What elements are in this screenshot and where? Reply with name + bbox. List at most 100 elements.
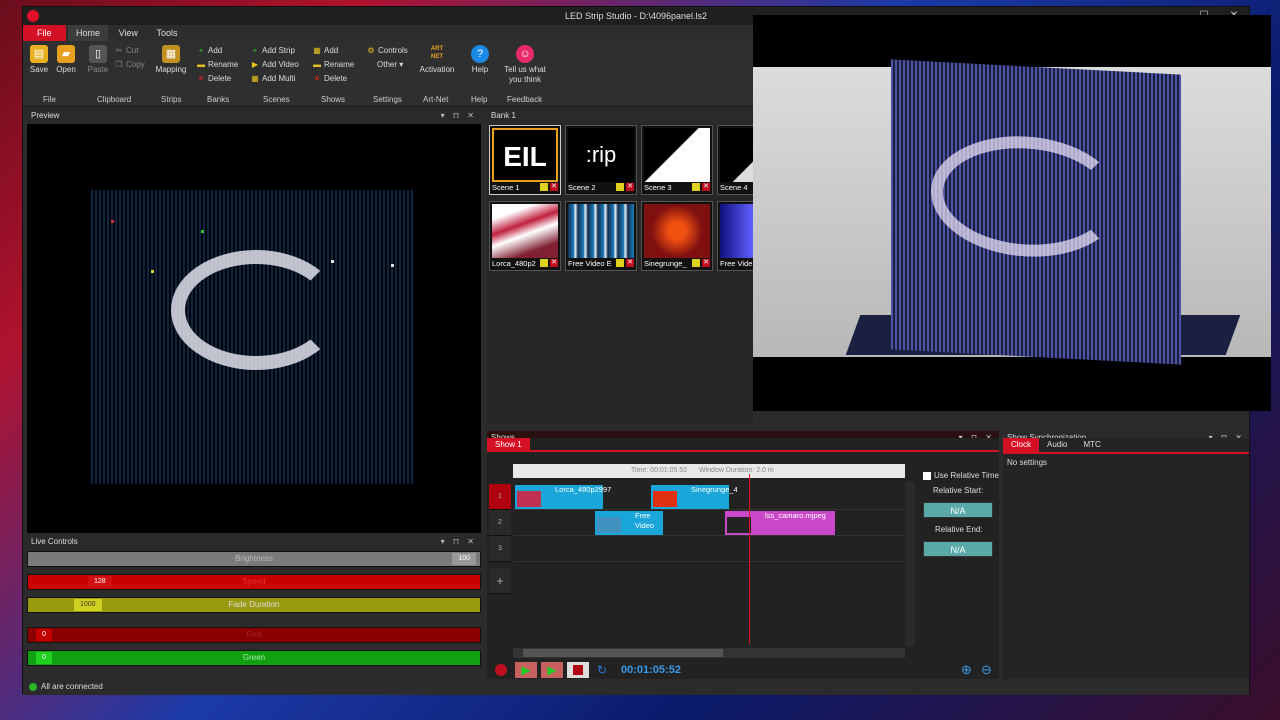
add-multi-button[interactable]: ▦ Add Multi: [251, 73, 295, 84]
show-add-button[interactable]: ▦ Add: [313, 45, 338, 56]
scene-tile-7[interactable]: Sinegrunge_ ✕: [641, 201, 713, 271]
preview-title: Preview: [31, 111, 60, 120]
scene-tile-8[interactable]: Free Vide: [717, 201, 753, 271]
bank-rename-button[interactable]: ▬ Rename: [197, 59, 238, 70]
live-controls-header: Live Controls ▾ ⊓ ✕: [27, 535, 481, 549]
vertical-scrollbar[interactable]: [905, 482, 915, 646]
track-number[interactable]: 1: [489, 484, 511, 510]
clip-sinegrunge[interactable]: Sinegrunge_4: [651, 485, 738, 509]
scene-tile-6[interactable]: Free Video E ✕: [565, 201, 637, 271]
open-button[interactable]: ▰ Open: [53, 45, 79, 75]
checkbox-box[interactable]: [923, 471, 931, 480]
scene-label: Lorca_480p2: [492, 259, 536, 268]
scene-tile-4[interactable]: Scene 4: [717, 125, 753, 195]
controls-label: Controls: [378, 46, 408, 55]
menu-tools[interactable]: Tools: [148, 25, 185, 41]
copy-button[interactable]: ❐ Copy: [115, 59, 144, 70]
zoom-out-icon[interactable]: ⊖: [981, 662, 992, 678]
relative-start-input[interactable]: N/A: [923, 502, 993, 518]
edit-icon[interactable]: [692, 183, 700, 191]
mapping-icon: ▦: [162, 45, 180, 63]
feedback-button[interactable]: ☺ Tell us what you think: [501, 45, 549, 85]
play-button[interactable]: ▶: [515, 662, 537, 678]
panel-controls[interactable]: ▾ ⊓ ✕: [441, 535, 477, 549]
scene-tile-5[interactable]: Lorca_480p2 ✕: [489, 201, 561, 271]
tab-clock[interactable]: Clock: [1003, 438, 1040, 452]
scene-tile-1[interactable]: EIL Scene 1 ✕: [489, 125, 561, 195]
edit-icon[interactable]: [616, 259, 624, 267]
add-track-button[interactable]: +: [489, 568, 511, 594]
activation-button[interactable]: ART NET Activation: [417, 45, 457, 75]
red-slider[interactable]: Red 0: [27, 627, 481, 643]
track-3: [513, 536, 905, 562]
other-dropdown[interactable]: Other ▾: [377, 59, 403, 70]
time-label: Time: 00:01:05.52: [631, 467, 688, 474]
stop-button[interactable]: [567, 662, 589, 678]
bank-add-button[interactable]: + Add: [197, 45, 223, 56]
green-slider[interactable]: Green 0: [27, 650, 481, 666]
green-value: 0: [36, 652, 52, 664]
timeline-ruler[interactable]: Time: 00:01:05.52 Window Duration: 2.0 m: [513, 464, 905, 478]
delete-icon[interactable]: ✕: [550, 259, 558, 267]
paste-button[interactable]: ▯ Paste: [85, 45, 111, 75]
add-video-button[interactable]: ▶ Add Video: [251, 59, 299, 70]
delete-icon[interactable]: ✕: [550, 183, 558, 191]
scene-5-thumbnail: [492, 204, 558, 258]
add-strip-button[interactable]: + Add Strip: [251, 45, 295, 56]
relative-start-label: Relative Start:: [933, 486, 984, 495]
play-from-start-button[interactable]: ▶: [541, 662, 563, 678]
clip-lorca[interactable]: Lorca_480p2997: [515, 485, 611, 509]
show-rename-button[interactable]: ▬ Rename: [313, 59, 354, 70]
show-delete-label: Delete: [324, 74, 348, 83]
cut-button[interactable]: ✂ Cut: [115, 45, 139, 56]
video-icon: ▶: [251, 60, 259, 69]
window-title: LED Strip Studio - D:\4096panel.ls2: [564, 11, 708, 21]
scrollbar-thumb[interactable]: [523, 649, 723, 657]
use-relative-time-checkbox[interactable]: Use Relative Time: [923, 471, 999, 480]
loop-icon[interactable]: ↻: [597, 663, 607, 677]
edit-icon[interactable]: [616, 183, 624, 191]
add-video-label: Add Video: [262, 60, 299, 69]
edit-icon[interactable]: [692, 259, 700, 267]
tab-audio[interactable]: Audio: [1039, 438, 1075, 452]
scene-tile-2[interactable]: :rip Scene 2 ✕: [565, 125, 637, 195]
clip-thumbnail: [517, 491, 541, 507]
tab-mtc[interactable]: MTC: [1075, 438, 1108, 452]
controls-button[interactable]: ⚙ Controls: [367, 45, 408, 56]
bank-delete-button[interactable]: ✕ Delete: [197, 73, 231, 84]
relative-end-input[interactable]: N/A: [923, 541, 993, 557]
track-number[interactable]: 3: [489, 536, 511, 562]
tab-show-1[interactable]: Show 1: [487, 438, 530, 452]
horizontal-scrollbar[interactable]: [513, 648, 905, 658]
brightness-slider[interactable]: Brightness 100: [27, 551, 481, 567]
fade-duration-slider[interactable]: Fade Duration 1000: [27, 597, 481, 613]
speed-slider[interactable]: Speed 128: [27, 574, 481, 590]
logo-swirl: [171, 250, 341, 370]
edit-icon[interactable]: [540, 259, 548, 267]
menu-file[interactable]: File: [23, 25, 66, 41]
help-button[interactable]: ? Help: [467, 45, 493, 75]
clip-camaro[interactable]: lss_camaro.mjpeg: [725, 511, 835, 535]
panel-controls[interactable]: ▾ ⊓ ✕: [441, 109, 477, 123]
track-number[interactable]: 2: [489, 510, 511, 536]
mapping-button[interactable]: ▦ Mapping: [153, 45, 189, 75]
playhead[interactable]: [749, 474, 750, 644]
menu-view[interactable]: View: [111, 25, 146, 41]
scene-label: Free Video E: [568, 259, 612, 268]
delete-icon[interactable]: ✕: [626, 259, 634, 267]
scene-tile-3[interactable]: Scene 3 ✕: [641, 125, 713, 195]
record-button[interactable]: [495, 664, 507, 676]
paste-label: Paste: [87, 65, 109, 74]
edit-icon[interactable]: [540, 183, 548, 191]
save-button[interactable]: ▤ Save: [27, 45, 51, 75]
menu-home[interactable]: Home: [68, 25, 109, 41]
delete-icon[interactable]: ✕: [702, 183, 710, 191]
zoom-in-icon[interactable]: ⊕: [961, 662, 972, 678]
clip-free-video[interactable]: Free Video: [595, 511, 663, 535]
save-label: Save: [29, 65, 49, 74]
clip-label: Sinegrunge_4: [691, 485, 738, 494]
delete-icon[interactable]: ✕: [702, 259, 710, 267]
delete-icon[interactable]: ✕: [626, 183, 634, 191]
scene-label: Sinegrunge_: [644, 259, 687, 268]
show-delete-button[interactable]: ✕ Delete: [313, 73, 347, 84]
